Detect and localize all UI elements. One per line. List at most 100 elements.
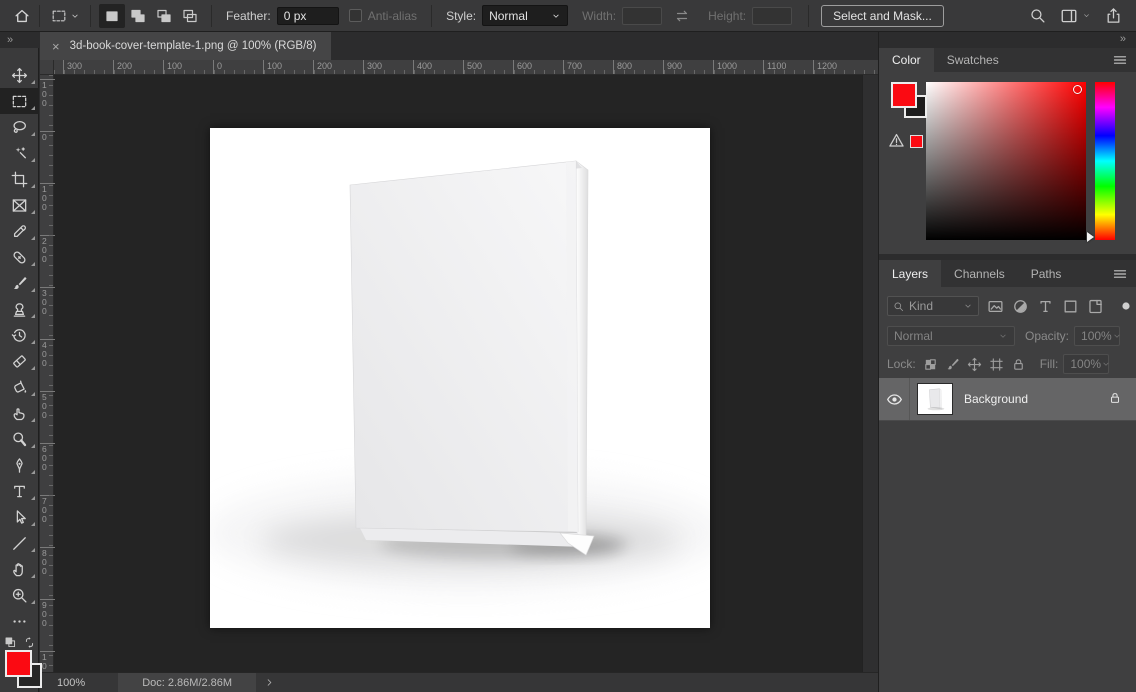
separator — [808, 5, 809, 27]
crop-tool[interactable] — [0, 166, 39, 192]
panel-menu-icon[interactable] — [1112, 266, 1128, 282]
close-tab-icon[interactable]: × — [52, 39, 60, 54]
intersect-selection-button[interactable] — [177, 4, 203, 28]
tab-layers[interactable]: Layers — [879, 260, 941, 287]
fill-input[interactable]: 100% — [1063, 354, 1109, 374]
hue-slider-marker[interactable] — [1087, 232, 1094, 242]
width-input[interactable] — [622, 7, 662, 25]
lock-position-icon[interactable] — [967, 357, 982, 372]
line-tool[interactable] — [0, 530, 39, 556]
subtract-selection-button[interactable] — [151, 4, 177, 28]
feather-input[interactable]: 0 px — [277, 7, 339, 25]
status-expand-icon[interactable] — [264, 677, 275, 688]
new-selection-button[interactable] — [99, 4, 125, 28]
lasso-icon — [11, 119, 28, 136]
default-colors-icon[interactable] — [4, 636, 17, 649]
smudge-tool[interactable] — [0, 400, 39, 426]
tab-color[interactable]: Color — [879, 48, 934, 72]
document-canvas[interactable] — [210, 128, 710, 628]
swap-dimensions-icon[interactable] — [674, 8, 690, 24]
filter-smart-objects-icon[interactable] — [1087, 298, 1104, 315]
blend-mode-select[interactable]: Normal — [887, 326, 1015, 346]
filter-adjustment-layers-icon[interactable] — [1012, 298, 1029, 315]
vertical-ruler[interactable]: 1 0 001 0 02 0 03 0 04 0 05 0 06 0 07 0 … — [40, 75, 54, 672]
layer-lock-badge[interactable] — [1108, 391, 1122, 408]
antialias-checkbox[interactable] — [349, 9, 362, 22]
path-select-tool[interactable] — [0, 504, 39, 530]
eraser-tool[interactable] — [0, 348, 39, 374]
height-input[interactable] — [752, 7, 792, 25]
smudge-icon — [11, 405, 28, 422]
home-icon[interactable] — [13, 7, 31, 25]
magic-wand-tool[interactable] — [0, 140, 39, 166]
bucket-tool[interactable] — [0, 374, 39, 400]
clone-stamp-tool[interactable] — [0, 296, 39, 322]
zoom-icon — [11, 587, 28, 604]
tab-paths[interactable]: Paths — [1018, 260, 1075, 287]
gamut-warning-swatch[interactable] — [910, 135, 923, 148]
eye-icon — [886, 391, 903, 408]
foreground-color-swatch[interactable] — [891, 82, 917, 108]
lock-label: Lock: — [887, 357, 916, 371]
add-selection-button[interactable] — [125, 4, 151, 28]
layer-thumbnail[interactable] — [918, 384, 952, 414]
eyedropper-tool[interactable] — [0, 218, 39, 244]
zoom-tool[interactable] — [0, 582, 39, 608]
ruler-origin-corner[interactable] — [40, 60, 54, 75]
chevron-down-icon — [1112, 331, 1122, 341]
layer-visibility-toggle[interactable] — [879, 378, 910, 420]
lasso-tool[interactable] — [0, 114, 39, 140]
lock-transparency-icon[interactable] — [923, 357, 938, 372]
vertical-scrollbar[interactable] — [862, 75, 878, 672]
lock-all-icon[interactable] — [1011, 357, 1026, 372]
marquee-tool[interactable] — [0, 88, 39, 114]
workspace-switcher[interactable] — [1060, 7, 1091, 25]
filter-kind-select[interactable]: Kind — [887, 296, 979, 316]
collapse-panels-chevrons[interactable]: » — [1120, 33, 1126, 45]
search-icon[interactable] — [1029, 7, 1046, 24]
more-tool[interactable] — [0, 608, 39, 634]
healing-tool[interactable] — [0, 244, 39, 270]
filter-type-layers-icon[interactable] — [1037, 298, 1054, 315]
history-brush-icon — [11, 327, 28, 344]
v-ruler-label: 9 0 0 — [40, 599, 55, 628]
opacity-input[interactable]: 100% — [1074, 326, 1120, 346]
share-icon[interactable] — [1105, 7, 1122, 24]
layer-row[interactable]: Background — [879, 378, 1136, 421]
canvas-area[interactable]: 3002001000100200300400500600700800900100… — [40, 60, 878, 672]
brush-tool[interactable] — [0, 270, 39, 296]
type-tool[interactable] — [0, 478, 39, 504]
saturation-brightness-field[interactable] — [926, 82, 1086, 240]
filter-toggle-icon[interactable] — [1118, 298, 1134, 314]
pen-tool[interactable] — [0, 452, 39, 478]
v-ruler-label: 7 0 0 — [40, 495, 55, 524]
swap-colors-icon[interactable] — [23, 636, 36, 649]
type-icon — [11, 483, 28, 500]
active-tool-preview[interactable] — [48, 4, 82, 28]
panel-menu-icon[interactable] — [1112, 52, 1128, 68]
color-picker-ring[interactable] — [1073, 85, 1082, 94]
history-brush-tool[interactable] — [0, 322, 39, 348]
lock-pixels-icon[interactable] — [945, 357, 960, 372]
hand-tool[interactable] — [0, 556, 39, 582]
document-sizes-field[interactable]: Doc: 2.86M/2.86M — [118, 673, 256, 692]
filter-pixel-layers-icon[interactable] — [987, 298, 1004, 315]
move-tool[interactable] — [0, 62, 39, 88]
dodge-tool[interactable] — [0, 426, 39, 452]
document-tab[interactable]: × 3d-book-cover-template-1.png @ 100% (R… — [40, 32, 331, 60]
hue-slider[interactable] — [1095, 82, 1115, 240]
zoom-level-field[interactable]: 100% — [57, 677, 85, 689]
filter-shape-layers-icon[interactable] — [1062, 298, 1079, 315]
lock-artboard-icon[interactable] — [989, 357, 1004, 372]
horizontal-ruler[interactable]: 3002001000100200300400500600700800900100… — [54, 60, 878, 75]
frame-tool[interactable] — [0, 192, 39, 218]
tab-swatches[interactable]: Swatches — [934, 48, 1012, 72]
select-and-mask-button[interactable]: Select and Mask... — [821, 5, 944, 27]
feather-label: Feather: — [226, 9, 271, 23]
tab-channels[interactable]: Channels — [941, 260, 1018, 287]
foreground-color-swatch[interactable] — [5, 650, 32, 677]
collapse-toolbar-chevrons[interactable]: » — [7, 34, 12, 46]
gamut-warning-icon[interactable] — [888, 132, 905, 149]
style-select[interactable]: Normal — [482, 5, 568, 26]
h-ruler-label: 100 — [163, 60, 182, 74]
